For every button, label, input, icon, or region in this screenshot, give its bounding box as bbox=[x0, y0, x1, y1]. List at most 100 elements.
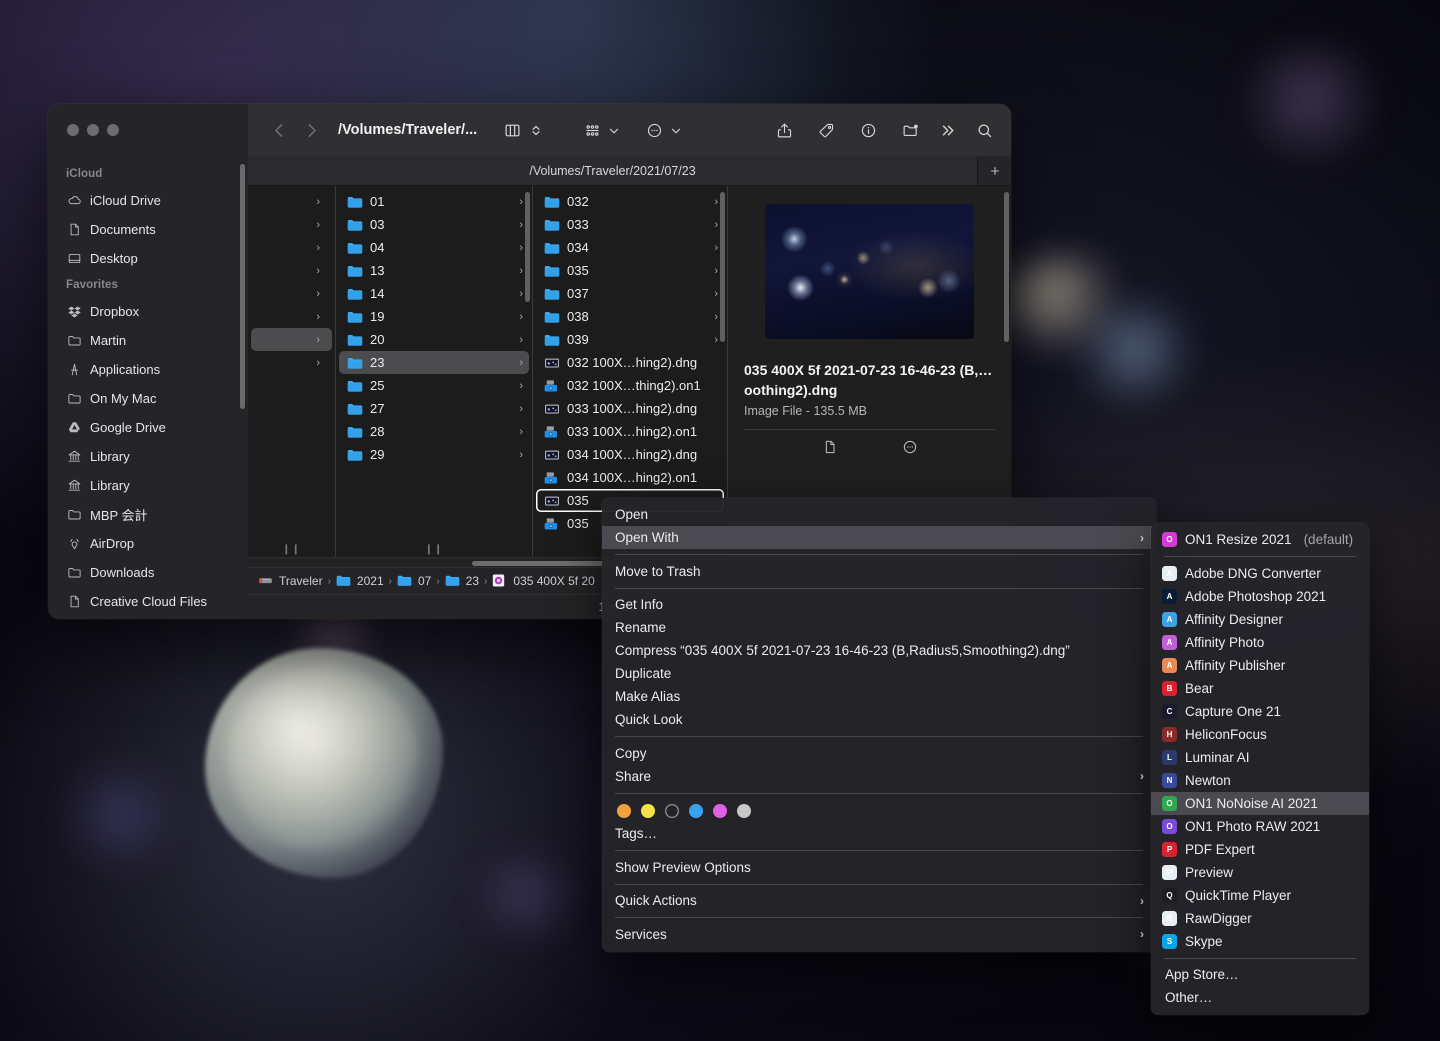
column-resize-grip[interactable]: ❙❙ bbox=[336, 543, 532, 555]
folder-row[interactable]: 035› bbox=[536, 259, 724, 282]
sidebar-item-creative-cloud-files[interactable]: Creative Cloud Files bbox=[48, 587, 248, 616]
open-with-item-newton[interactable]: NNewton bbox=[1151, 769, 1369, 792]
column-0-row[interactable]: › bbox=[251, 190, 332, 213]
menu-item-open[interactable]: Open bbox=[602, 503, 1156, 526]
column-2-scrollbar[interactable] bbox=[720, 192, 725, 342]
column-0-row[interactable]: › bbox=[251, 351, 332, 374]
breadcrumb-item[interactable]: Traveler bbox=[258, 574, 323, 588]
preview-column-scrollbar[interactable] bbox=[1004, 192, 1009, 342]
sidebar-item-library[interactable]: Library bbox=[48, 442, 248, 471]
open-with-item-affinity-designer[interactable]: AAffinity Designer bbox=[1151, 608, 1369, 631]
sidebar-item-dropbox[interactable]: Dropbox bbox=[48, 297, 248, 326]
open-with-item-on1-nonoise-ai-2021[interactable]: OON1 NoNoise AI 2021 bbox=[1151, 792, 1369, 815]
sidebar-item-documents[interactable]: Documents bbox=[48, 215, 248, 244]
get-info-icon[interactable] bbox=[853, 116, 883, 144]
column-0[interactable]: ››››››››❙❙ bbox=[248, 186, 336, 557]
menu-item-open-with[interactable]: Open With› bbox=[602, 526, 1156, 549]
sidebar-item-library[interactable]: Library bbox=[48, 471, 248, 500]
tag-icon[interactable] bbox=[811, 116, 841, 144]
folder-row[interactable]: 037› bbox=[536, 282, 724, 305]
column-0-row[interactable]: › bbox=[251, 305, 332, 328]
open-with-item-capture-one-21[interactable]: CCapture One 21 bbox=[1151, 700, 1369, 723]
folder-row[interactable]: 038› bbox=[536, 305, 724, 328]
column-0-row[interactable]: › bbox=[251, 213, 332, 236]
open-with-item-preview[interactable]: PPreview bbox=[1151, 861, 1369, 884]
breadcrumb-item[interactable]: 07 bbox=[397, 574, 431, 588]
menu-item-duplicate[interactable]: Duplicate bbox=[602, 662, 1156, 685]
new-tab-button[interactable] bbox=[977, 156, 1011, 185]
folder-row[interactable]: 28› bbox=[339, 420, 529, 443]
group-by-button[interactable] bbox=[577, 116, 607, 144]
breadcrumb-item[interactable]: 035 400X 5f 20 bbox=[492, 574, 594, 588]
tag-dot-yellow[interactable] bbox=[641, 804, 655, 818]
more-actions-icon[interactable] bbox=[902, 439, 918, 460]
close-button[interactable] bbox=[67, 124, 79, 136]
open-with-item-adobe-photoshop-2021[interactable]: AAdobe Photoshop 2021 bbox=[1151, 585, 1369, 608]
quick-look-icon[interactable] bbox=[822, 439, 838, 460]
open-with-item-skype[interactable]: SSkype bbox=[1151, 930, 1369, 953]
sidebar-item-desktop[interactable]: Desktop bbox=[48, 244, 248, 273]
view-column-button[interactable] bbox=[497, 116, 527, 144]
action-menu-button[interactable] bbox=[639, 116, 669, 144]
new-folder-with-selection-icon[interactable] bbox=[895, 116, 925, 144]
folder-row[interactable]: 14› bbox=[339, 282, 529, 305]
menu-item-show-preview-options[interactable]: Show Preview Options bbox=[602, 856, 1156, 879]
file-row[interactable]: 032 100X…hing2).dng bbox=[536, 351, 724, 374]
folder-row[interactable]: 29› bbox=[339, 443, 529, 466]
open-with-item-bear[interactable]: BBear bbox=[1151, 677, 1369, 700]
menu-item-share[interactable]: Share› bbox=[602, 765, 1156, 788]
open-with-app-store[interactable]: App Store… bbox=[1151, 963, 1369, 986]
menu-item-rename[interactable]: Rename bbox=[602, 616, 1156, 639]
folder-row[interactable]: 033› bbox=[536, 213, 724, 236]
tag-dot-none[interactable] bbox=[665, 804, 679, 818]
folder-row[interactable]: 034› bbox=[536, 236, 724, 259]
sidebar-item-martin[interactable]: Martin bbox=[48, 326, 248, 355]
more-toolbar-items-icon[interactable] bbox=[933, 116, 963, 144]
menu-item-quick-look[interactable]: Quick Look bbox=[602, 708, 1156, 731]
action-chevron-down-icon[interactable] bbox=[669, 116, 683, 144]
menu-item-move-to-trash[interactable]: Move to Trash bbox=[602, 560, 1156, 583]
tag-dot-magenta[interactable] bbox=[713, 804, 727, 818]
open-with-item-adobe-dng-converter[interactable]: AAdobe DNG Converter bbox=[1151, 562, 1369, 585]
folder-row[interactable]: 032› bbox=[536, 190, 724, 213]
forward-button[interactable] bbox=[296, 116, 326, 144]
folder-row[interactable]: 039› bbox=[536, 328, 724, 351]
file-row[interactable]: 033 100X…hing2).on1 bbox=[536, 420, 724, 443]
sidebar-scrollbar[interactable] bbox=[240, 164, 245, 409]
open-with-item-affinity-photo[interactable]: AAffinity Photo bbox=[1151, 631, 1369, 654]
column-0-row[interactable]: › bbox=[251, 328, 332, 351]
column-0-row[interactable]: › bbox=[251, 282, 332, 305]
folder-row[interactable]: 01› bbox=[339, 190, 529, 213]
menu-item-compress-035-400x-5f-2021-07-23-16-46-23[interactable]: Compress “035 400X 5f 2021-07-23 16-46-2… bbox=[602, 639, 1156, 662]
search-icon[interactable] bbox=[969, 116, 999, 144]
breadcrumb-item[interactable]: 23 bbox=[445, 574, 479, 588]
sidebar-item-mbp[interactable]: MBP 会計 bbox=[48, 500, 248, 529]
column-resize-grip[interactable]: ❙❙ bbox=[248, 543, 335, 555]
tab-current-folder[interactable]: /Volumes/Traveler/2021/07/23 bbox=[248, 156, 977, 185]
view-mode-stepper-icon[interactable] bbox=[529, 116, 543, 144]
folder-row[interactable]: 27› bbox=[339, 397, 529, 420]
sidebar-item-airdrop[interactable]: AirDrop bbox=[48, 529, 248, 558]
folder-row[interactable]: 20› bbox=[339, 328, 529, 351]
file-row[interactable]: 033 100X…hing2).dng bbox=[536, 397, 724, 420]
open-with-item-luminar-ai[interactable]: LLuminar AI bbox=[1151, 746, 1369, 769]
back-button[interactable] bbox=[264, 116, 294, 144]
zoom-button[interactable] bbox=[107, 124, 119, 136]
open-with-item-quicktime-player[interactable]: QQuickTime Player bbox=[1151, 884, 1369, 907]
folder-row[interactable]: 25› bbox=[339, 374, 529, 397]
open-with-item-pdf-expert[interactable]: PPDF Expert bbox=[1151, 838, 1369, 861]
folder-row[interactable]: 13› bbox=[339, 259, 529, 282]
column-0-row[interactable]: › bbox=[251, 259, 332, 282]
sidebar-item-applications[interactable]: Applications bbox=[48, 355, 248, 384]
open-with-item-affinity-publisher[interactable]: AAffinity Publisher bbox=[1151, 654, 1369, 677]
open-with-item-heliconfocus[interactable]: HHeliconFocus bbox=[1151, 723, 1369, 746]
open-with-item-rawdigger[interactable]: RRawDigger bbox=[1151, 907, 1369, 930]
breadcrumb-item[interactable]: 2021 bbox=[336, 574, 384, 588]
open-with-item-on1-photo-raw-2021[interactable]: OON1 Photo RAW 2021 bbox=[1151, 815, 1369, 838]
share-icon[interactable] bbox=[769, 116, 799, 144]
file-row[interactable]: 034 100X…hing2).dng bbox=[536, 443, 724, 466]
window-traffic-lights[interactable] bbox=[48, 104, 248, 136]
folder-row[interactable]: 23› bbox=[339, 351, 529, 374]
group-chevron-down-icon[interactable] bbox=[607, 116, 621, 144]
folder-row[interactable]: 19› bbox=[339, 305, 529, 328]
